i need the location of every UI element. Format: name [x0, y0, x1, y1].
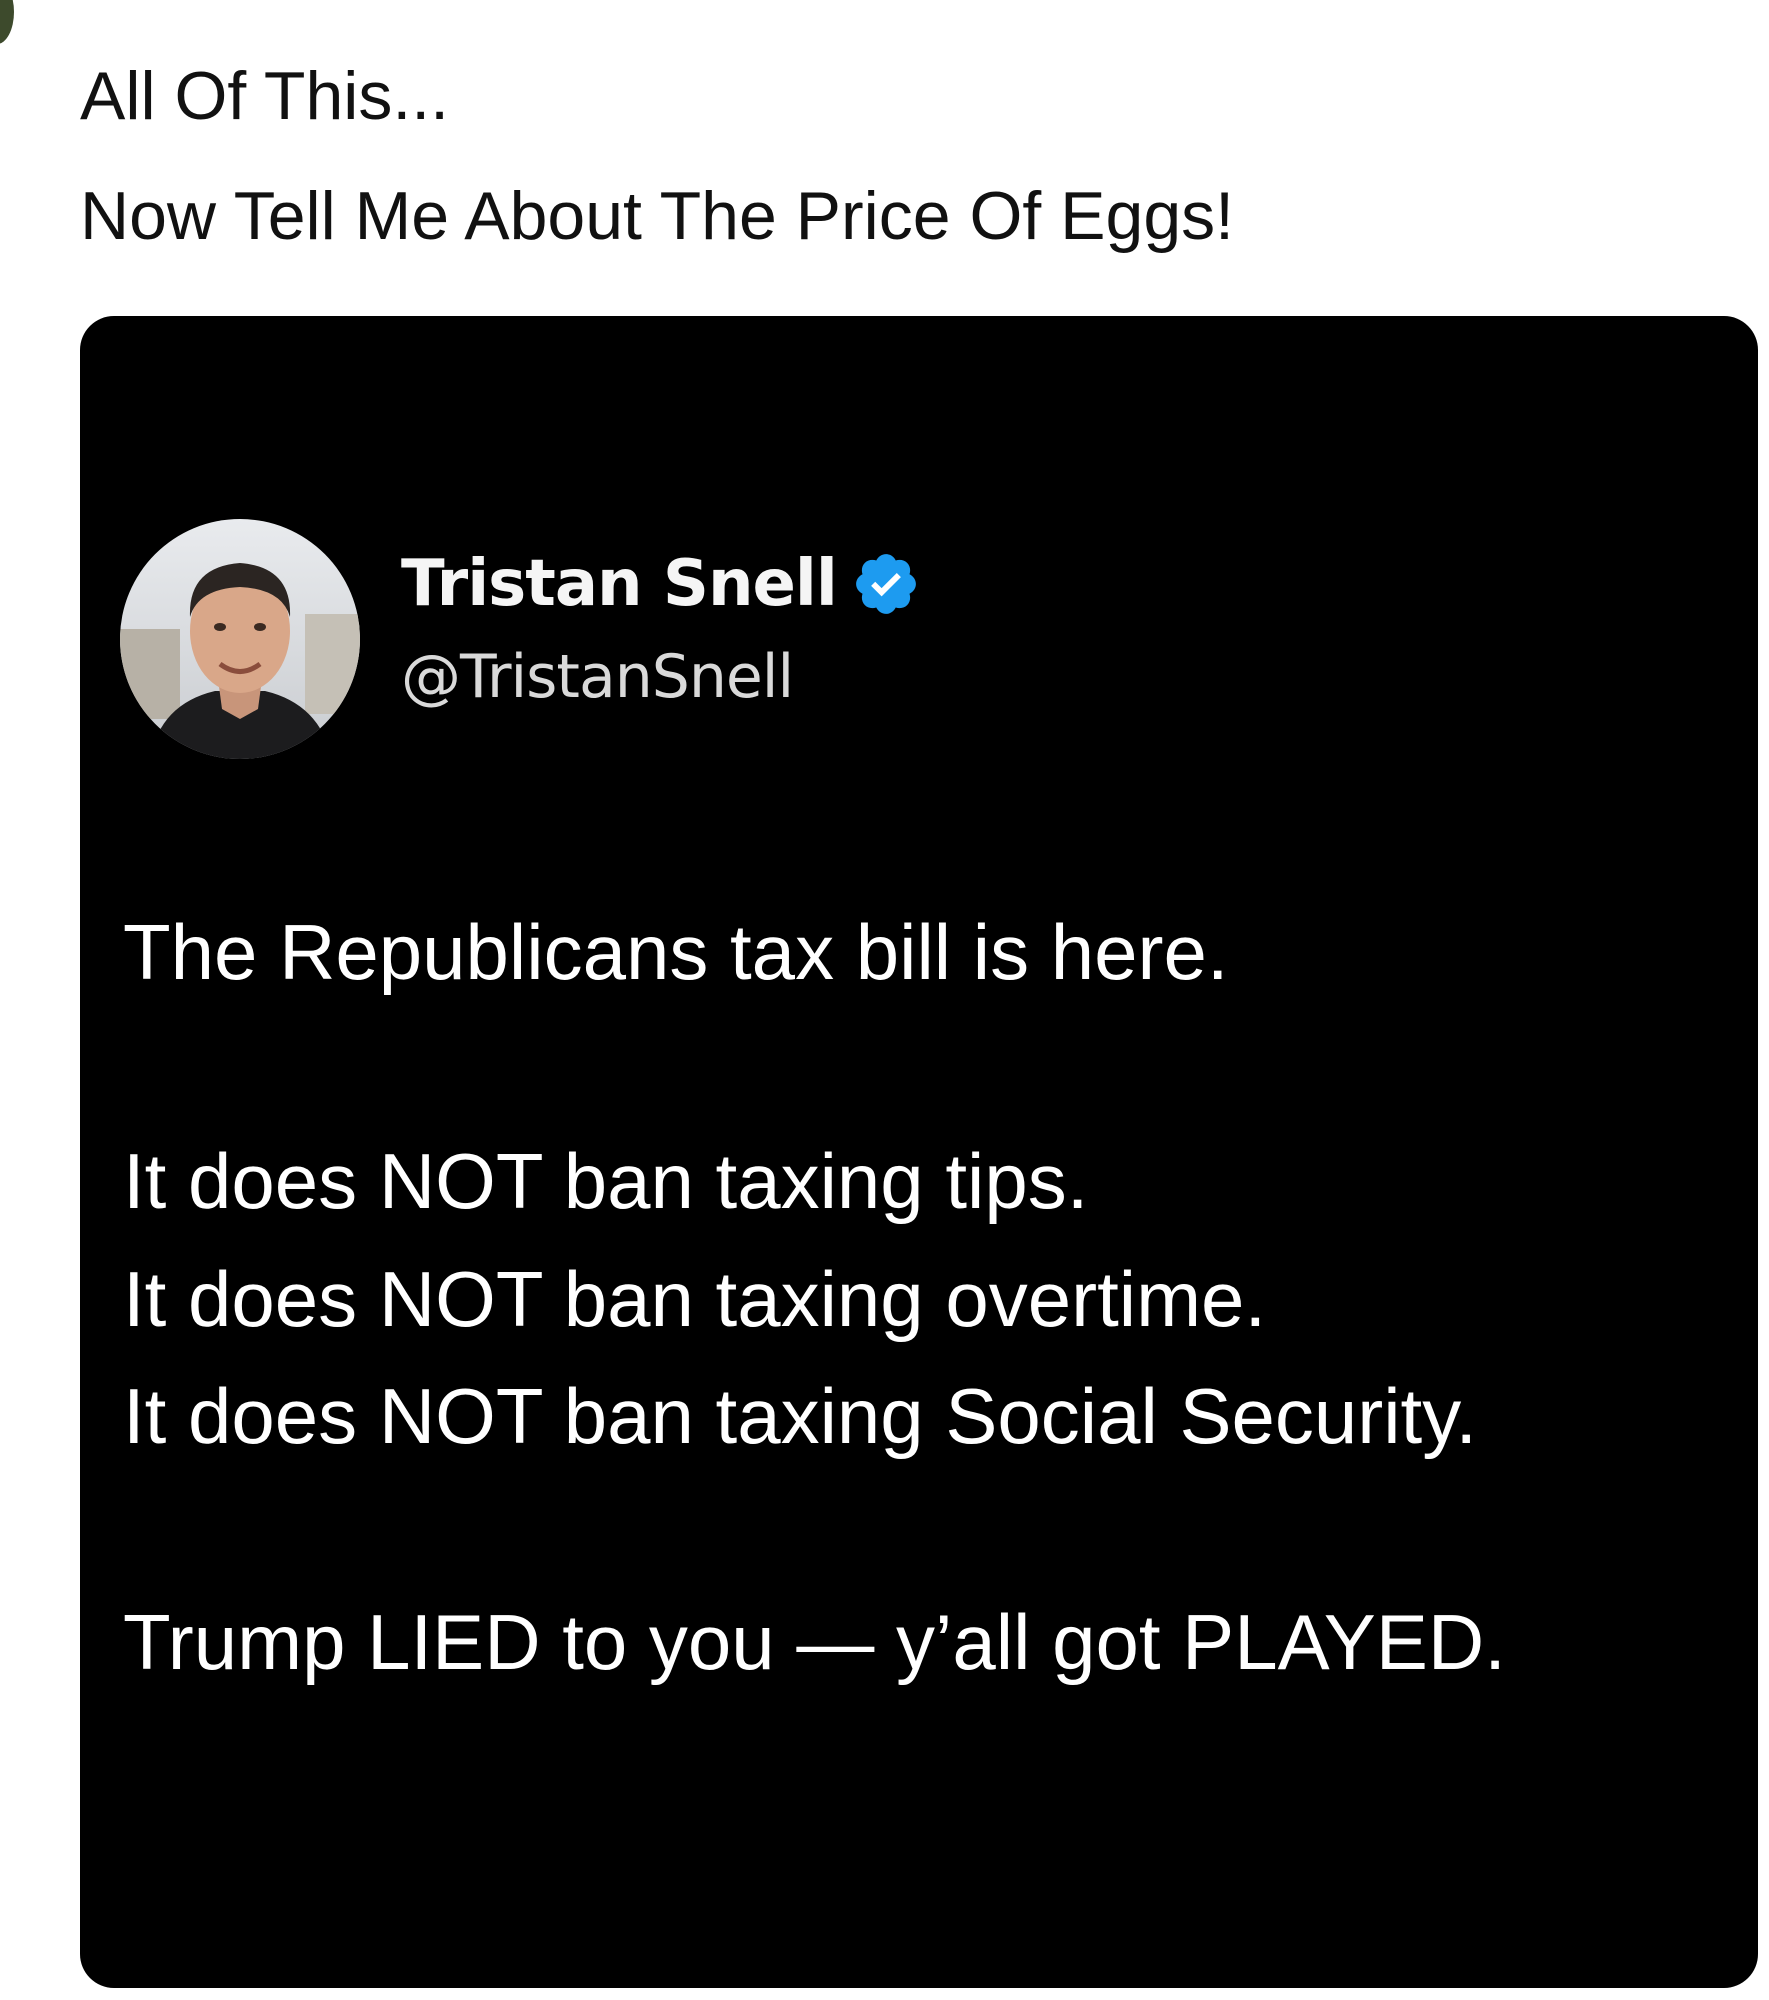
- profile-photo-icon: [120, 519, 360, 759]
- author-avatar[interactable]: [120, 519, 360, 759]
- verified-badge-icon: [851, 549, 921, 619]
- author-handle[interactable]: @TristanSnell: [401, 647, 794, 707]
- embedded-tweet-card: Tristan Snell @TristanSnell The Republic…: [80, 316, 1758, 1988]
- author-name-row: Tristan Snell: [401, 549, 921, 619]
- tweet-text-line-4: It does NOT ban taxing Social Security.: [123, 1372, 1478, 1460]
- commenter-avatar-fragment[interactable]: [0, 0, 14, 44]
- post-caption-line-1: All Of This...: [80, 58, 450, 134]
- tweet-text-line-1: The Republicans tax bill is here.: [123, 908, 1229, 996]
- tweet-text-line-3: It does NOT ban taxing overtime.: [123, 1255, 1267, 1343]
- tweet-text-line-2: It does NOT ban taxing tips.: [123, 1137, 1089, 1225]
- post-caption-line-2: Now Tell Me About The Price Of Eggs!: [80, 178, 1235, 254]
- tweet-text-line-5: Trump LIED to you — y’all got PLAYED.: [123, 1598, 1506, 1686]
- author-display-name[interactable]: Tristan Snell: [401, 552, 838, 616]
